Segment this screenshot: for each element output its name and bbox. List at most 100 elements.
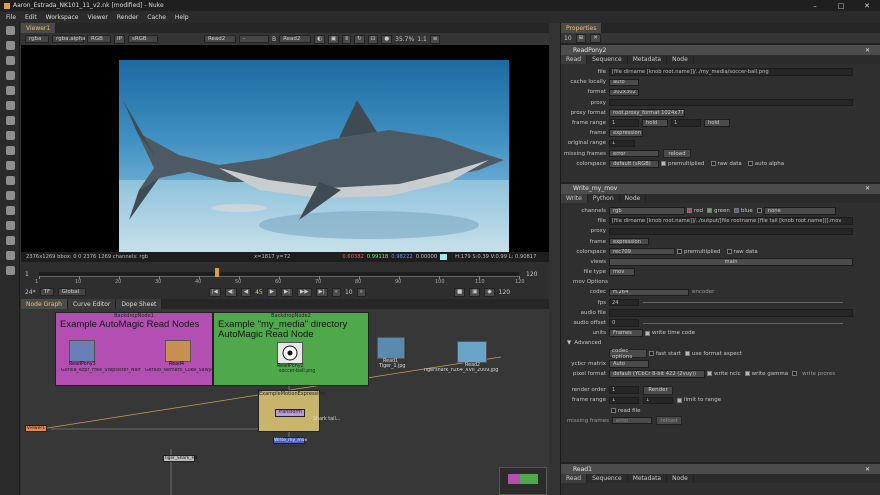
tab-curve-editor[interactable]: Curve Editor bbox=[67, 299, 117, 309]
tab-node[interactable]: Node bbox=[667, 55, 694, 64]
gizmo-tool-icon[interactable] bbox=[0, 263, 20, 278]
write-proxy-field[interactable] bbox=[609, 227, 853, 236]
lock-panels-icon[interactable]: ⊞ bbox=[575, 33, 587, 43]
toolsets-icon[interactable] bbox=[0, 218, 20, 233]
fast-start-checkbox[interactable] bbox=[649, 351, 654, 357]
tab-sequence[interactable]: Sequence bbox=[587, 55, 628, 64]
write-premultiplied-checkbox[interactable] bbox=[677, 249, 682, 255]
codec-select[interactable]: H.264 bbox=[609, 288, 689, 297]
proxy-field[interactable] bbox=[609, 98, 853, 107]
alpha-channel-select[interactable]: none bbox=[763, 207, 836, 215]
use-format-aspect-checkbox[interactable] bbox=[684, 351, 690, 357]
menu-help[interactable]: Help bbox=[175, 14, 189, 21]
maximize-icon[interactable]: □ bbox=[828, 0, 854, 11]
viewer-colorspace-select[interactable]: sRGB bbox=[127, 35, 158, 43]
input-a-select[interactable]: Read2 bbox=[203, 35, 236, 43]
frame-end[interactable]: 120 bbox=[526, 271, 537, 278]
frame-range-end[interactable]: 1 bbox=[671, 119, 701, 127]
advanced-toggle-icon[interactable]: ▼ bbox=[561, 340, 571, 346]
close-icon[interactable]: ✕ bbox=[854, 0, 880, 11]
render-order-field[interactable]: 1 bbox=[609, 386, 639, 394]
viewer-menu-icon[interactable]: ≡ bbox=[429, 34, 441, 44]
color-tool-icon[interactable] bbox=[0, 83, 20, 98]
refresh-icon[interactable]: ↻ bbox=[354, 34, 365, 44]
readpony3-node[interactable] bbox=[69, 340, 95, 362]
fps-field[interactable]: 24 bbox=[609, 298, 639, 307]
3d-tool-icon[interactable] bbox=[0, 158, 20, 173]
channel-tool-icon[interactable] bbox=[0, 68, 20, 83]
frame-mode-select[interactable]: expression bbox=[609, 129, 643, 137]
current-frame[interactable]: 45 bbox=[255, 289, 263, 296]
tab-python[interactable]: Python bbox=[588, 193, 620, 203]
gain-icon[interactable]: ◐ bbox=[314, 34, 325, 44]
viewer-node[interactable]: Viewer1 bbox=[25, 425, 47, 432]
clear-panels-icon[interactable]: ✕ bbox=[590, 33, 601, 43]
readpony2-header[interactable]: ReadPony2 ✕ bbox=[561, 45, 880, 55]
node-graph-canvas[interactable]: BackdropNode1 Example AutoMagic Read Nod… bbox=[21, 309, 549, 495]
draw-tool-icon[interactable] bbox=[0, 38, 20, 53]
read2-node[interactable] bbox=[457, 341, 487, 363]
menu-file[interactable]: File bbox=[6, 14, 16, 21]
write-frame-select[interactable]: expression bbox=[609, 237, 649, 246]
pause-icon[interactable]: Ⅱ bbox=[342, 34, 352, 44]
wipe-mode-select[interactable]: - bbox=[238, 35, 269, 43]
write-nclc-checkbox[interactable] bbox=[707, 371, 712, 377]
frame-range-mode-end[interactable]: hold bbox=[704, 119, 730, 127]
first-frame-icon[interactable]: |◀ bbox=[208, 287, 221, 297]
skip-back-icon[interactable]: « bbox=[331, 287, 341, 297]
codec-options-button[interactable]: codec options bbox=[609, 348, 647, 360]
max-panels-field[interactable]: 10 bbox=[564, 35, 572, 42]
format-select[interactable]: 302x302 bbox=[609, 88, 639, 97]
viewer-canvas[interactable] bbox=[21, 45, 549, 253]
metadata-tool-icon[interactable] bbox=[0, 188, 20, 203]
channels-select[interactable]: rgba bbox=[25, 35, 49, 43]
menu-cache[interactable]: Cache bbox=[147, 14, 166, 21]
views-select[interactable]: main bbox=[609, 258, 853, 266]
write-gamma-checkbox[interactable] bbox=[744, 371, 750, 377]
read1-tab-read[interactable]: Read bbox=[561, 474, 588, 483]
tab-metadata[interactable]: Metadata bbox=[628, 55, 668, 64]
red-checkbox[interactable] bbox=[687, 208, 692, 214]
file-type-select[interactable]: mov bbox=[609, 268, 635, 276]
blue-checkbox[interactable] bbox=[733, 208, 739, 214]
frame-range-mode[interactable]: hold bbox=[642, 119, 668, 127]
write-prores-checkbox[interactable] bbox=[792, 371, 798, 377]
render-button[interactable]: Render bbox=[643, 385, 673, 395]
image-tool-icon[interactable] bbox=[0, 23, 20, 38]
menu-viewer[interactable]: Viewer bbox=[87, 14, 107, 21]
readpony2-node[interactable] bbox=[277, 342, 303, 364]
keyer-tool-icon[interactable] bbox=[0, 113, 20, 128]
other-tool-icon[interactable] bbox=[0, 233, 20, 248]
write-colorspace-select[interactable]: rec709 bbox=[609, 247, 675, 256]
read1-tab-metadata[interactable]: Metadata bbox=[628, 474, 668, 483]
next-key-icon[interactable]: ▶▶ bbox=[297, 287, 312, 297]
lock-icon[interactable]: ● bbox=[381, 34, 393, 44]
menu-workspace[interactable]: Workspace bbox=[46, 14, 79, 21]
time-tool-icon[interactable] bbox=[0, 53, 20, 68]
missing-frames-select[interactable]: error bbox=[609, 149, 659, 158]
tab-read[interactable]: Read bbox=[561, 55, 588, 64]
play-icon[interactable]: ▶ bbox=[266, 287, 277, 297]
pixel-format-select[interactable]: default (YCbCr 8-bit 422 (2vuy)) bbox=[609, 370, 705, 378]
read1-close-icon[interactable]: ✕ bbox=[865, 466, 870, 473]
limit-to-range-checkbox[interactable] bbox=[677, 397, 682, 403]
auto-alpha-checkbox[interactable] bbox=[747, 161, 753, 167]
write-raw-data-checkbox[interactable] bbox=[726, 249, 732, 255]
frame-end-field[interactable]: 120 bbox=[499, 289, 510, 296]
read1-tab-sequence[interactable]: Sequence bbox=[587, 474, 628, 483]
marker-icon[interactable]: ◆ bbox=[484, 287, 495, 297]
read1-header[interactable]: Read1 ✕ bbox=[561, 464, 880, 474]
zoom-level[interactable]: 35.7% bbox=[395, 36, 414, 43]
step-field[interactable]: 10 bbox=[345, 289, 353, 296]
write-close-icon[interactable]: ✕ bbox=[865, 185, 870, 192]
read-file-field[interactable]: [file dirname [knob root.name]]/../my_me… bbox=[609, 68, 853, 76]
write-missing-frames-select[interactable]: error bbox=[612, 416, 652, 425]
transform-tool-icon[interactable] bbox=[0, 143, 20, 158]
channels-select[interactable]: rgb bbox=[609, 207, 685, 215]
display-select[interactable]: RGB bbox=[87, 35, 111, 43]
range-select[interactable]: Global bbox=[57, 288, 86, 296]
write-file-field[interactable]: [file dirname [knob root.name]]/../outpu… bbox=[609, 217, 853, 225]
alpha-channel-select[interactable]: rgba.alpha bbox=[52, 35, 86, 43]
tab-write[interactable]: Write bbox=[561, 193, 588, 203]
write-reload-button[interactable]: reload bbox=[656, 416, 682, 426]
